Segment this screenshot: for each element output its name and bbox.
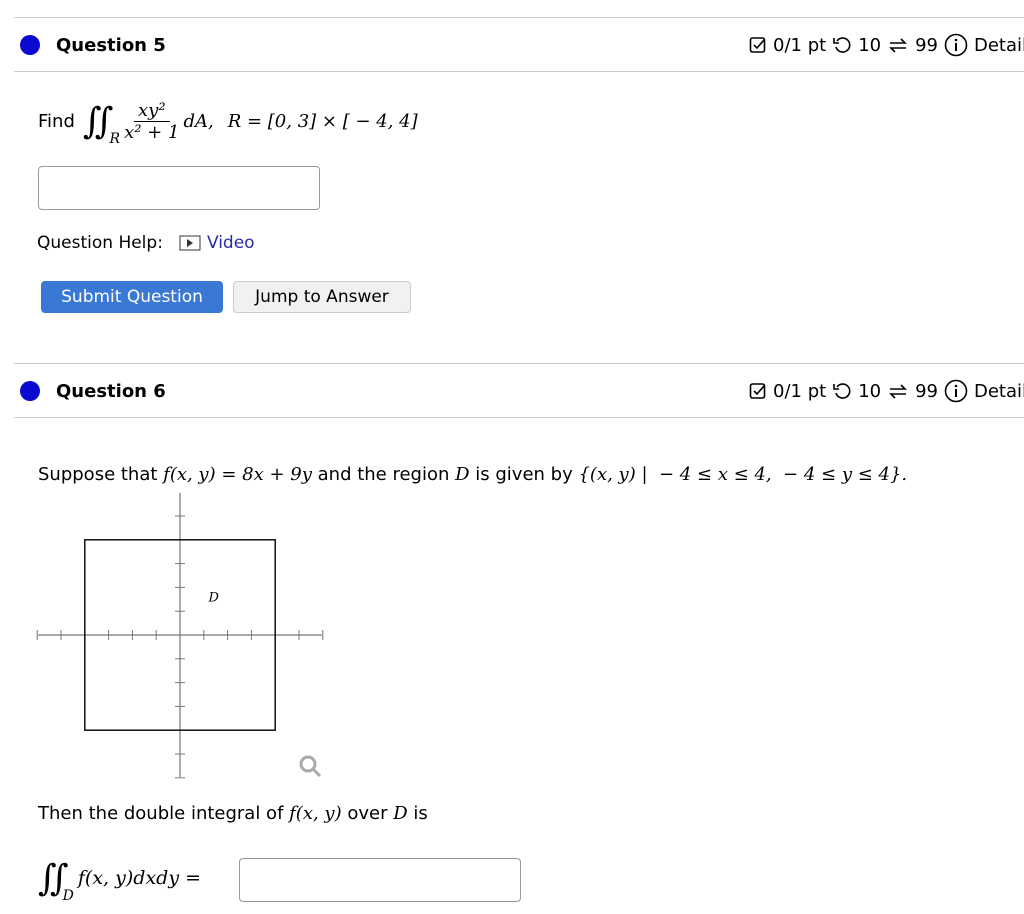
question-title: Question 5	[56, 34, 166, 56]
question-help: Question Help: Video	[37, 233, 255, 253]
retries-count: 10	[858, 34, 882, 56]
attempts-icon	[889, 38, 908, 53]
attempts-count: 99	[915, 34, 938, 56]
score: 0/1 pt	[773, 34, 827, 56]
integral-expression: ∬ D f(x, y)dxdy =	[38, 857, 202, 905]
zoom-magnifier-icon[interactable]	[298, 754, 324, 780]
status-dot-icon	[20, 381, 40, 401]
question-5-prompt: Find ∬ R xy² x² + 1 dA, R = [0, 3] × [ −…	[38, 99, 418, 148]
video-play-icon	[179, 235, 201, 251]
question-6-header: Question 6 0/1 pt 10 99 Details	[14, 365, 1024, 417]
question-title: Question 6	[56, 380, 166, 402]
attempts-icon	[889, 384, 908, 399]
retries-count: 10	[858, 380, 882, 402]
fraction: xy² x² + 1	[124, 99, 180, 143]
retry-icon	[833, 37, 851, 53]
score: 0/1 pt	[773, 380, 827, 402]
attempts-count: 99	[915, 380, 938, 402]
region-label: D	[208, 591, 220, 606]
checkbox-icon	[749, 383, 766, 399]
jump-to-answer-button[interactable]: Jump to Answer	[233, 281, 411, 313]
status-dot-icon	[20, 35, 40, 55]
answer-input[interactable]	[38, 166, 320, 210]
video-link[interactable]: Video	[207, 233, 255, 253]
checkbox-icon	[749, 37, 766, 53]
details-link[interactable]: Details	[974, 381, 1024, 402]
submit-question-button[interactable]: Submit Question	[41, 281, 223, 313]
answer-input[interactable]	[239, 858, 521, 902]
question-5-header: Question 5 0/1 pt 10 99 Details	[14, 19, 1024, 71]
retry-icon	[833, 383, 851, 399]
info-icon[interactable]	[944, 379, 968, 403]
region-graph: D	[36, 493, 324, 779]
info-icon[interactable]	[944, 33, 968, 57]
details-link[interactable]: Details	[974, 35, 1024, 56]
question-6-statement: Suppose that f(x, y) = 8x + 9y and the r…	[38, 464, 908, 485]
then-text: Then the double integral of f(x, y) over…	[38, 803, 428, 824]
